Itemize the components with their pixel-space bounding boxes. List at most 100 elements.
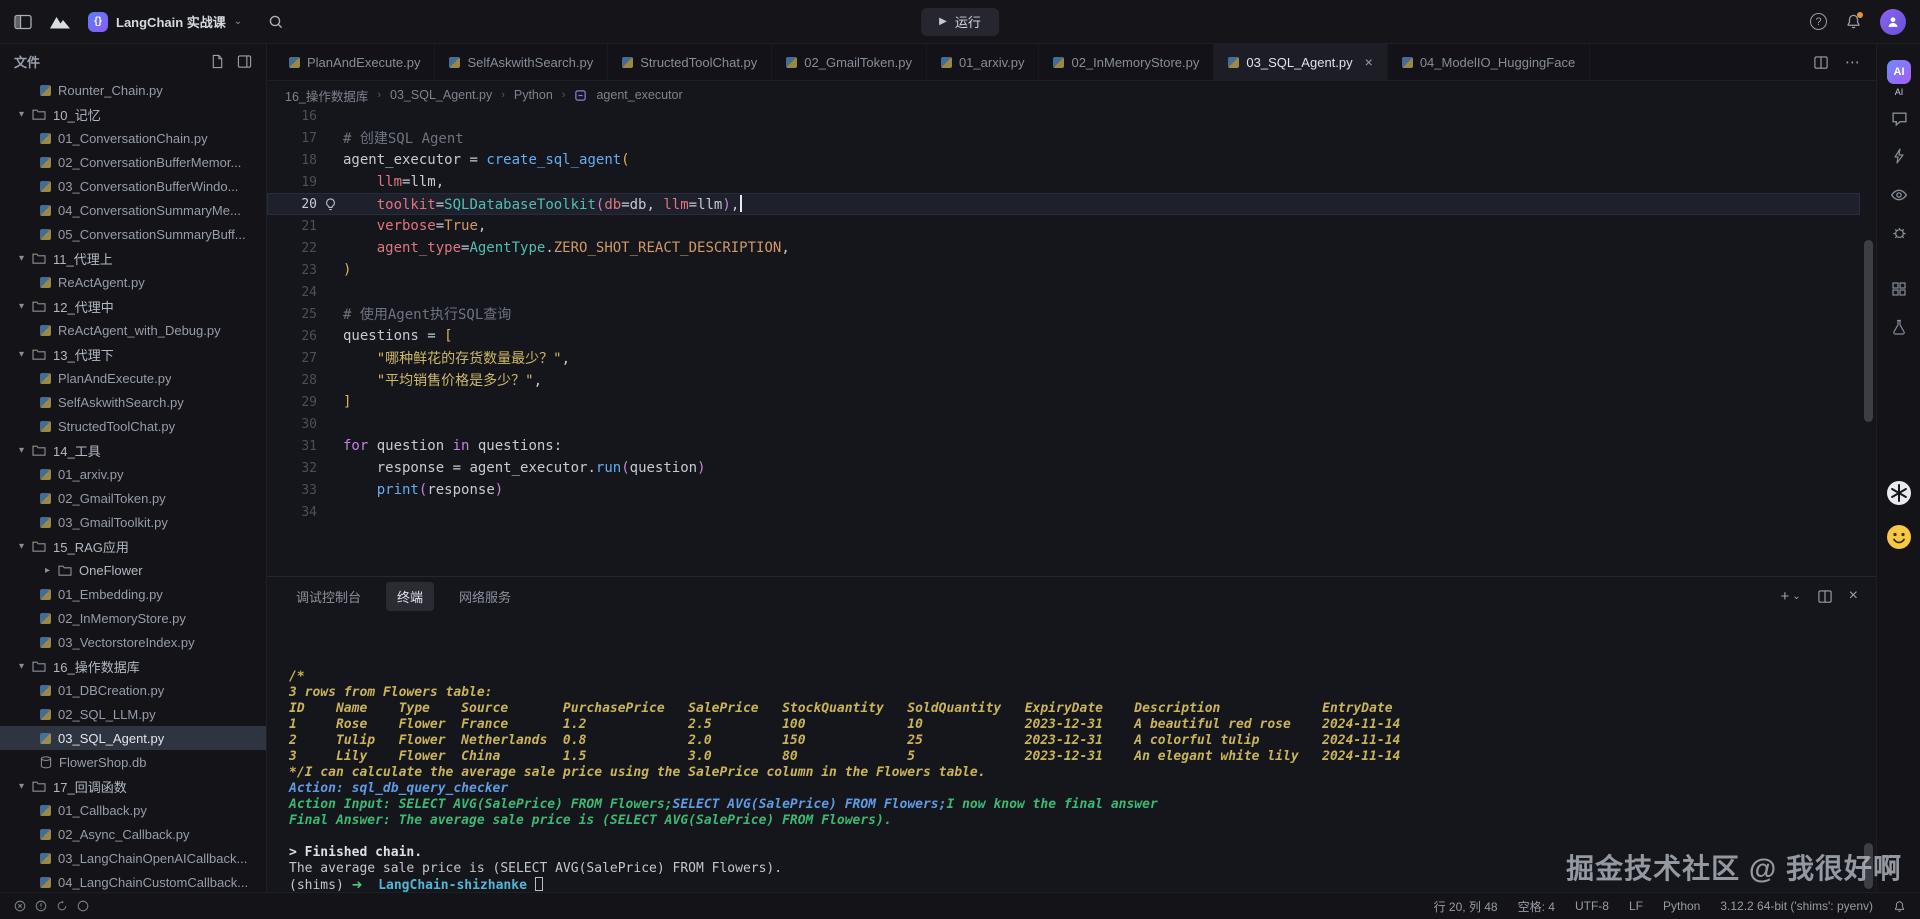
status-indicator-icon[interactable] (77, 900, 89, 912)
code-line[interactable]: 22 agent_type=AgentType.ZERO_SHOT_REACT_… (267, 237, 1860, 259)
tree-folder-item[interactable]: ▸OneFlower (0, 558, 266, 582)
flask-icon-button[interactable] (1877, 319, 1920, 335)
editor-tab[interactable]: 04_ModelIO_HuggingFace (1388, 44, 1590, 80)
code-line[interactable]: 20 toolkit=SQLDatabaseToolkit(db=db, llm… (267, 193, 1860, 215)
code-line[interactable]: 16 (267, 109, 1860, 127)
tree-file-item[interactable]: 02_SQL_LLM.py (0, 702, 266, 726)
tree-file-item[interactable]: 03_GmailToolkit.py (0, 510, 266, 534)
code-line[interactable]: 21 verbose=True, (267, 215, 1860, 237)
search-icon[interactable] (268, 14, 284, 30)
tree-file-item[interactable]: 03_SQL_Agent.py (0, 726, 266, 750)
editor-tab[interactable]: SelfAskwithSearch.py (435, 44, 608, 80)
code-line[interactable]: 34 (267, 501, 1860, 523)
tree-folder-item[interactable]: ▾11_代理上 (0, 246, 266, 270)
tree-file-item[interactable]: 01_arxiv.py (0, 462, 266, 486)
code-line[interactable]: 31for question in questions: (267, 435, 1860, 457)
chat-icon-button[interactable] (1877, 110, 1920, 127)
grid-icon-button[interactable] (1877, 281, 1920, 297)
tree-file-item[interactable]: 01_Callback.py (0, 798, 266, 822)
notifications-bell-icon[interactable] (1845, 13, 1862, 30)
open-editors-layout-icon[interactable] (237, 54, 252, 69)
help-icon[interactable]: ? (1810, 13, 1827, 30)
tree-folder-item[interactable]: ▾17_回调函数 (0, 774, 266, 798)
code-line[interactable]: 27 "哪种鲜花的存货数量最少？", (267, 347, 1860, 369)
code-line[interactable]: 25# 使用Agent执行SQL查询 (267, 303, 1860, 325)
editor-scrollbar[interactable] (1864, 240, 1873, 422)
close-panel-icon[interactable]: × (1849, 587, 1858, 605)
tree-file-item[interactable]: 05_ConversationSummaryBuff... (0, 222, 266, 246)
panel-toggle-icon[interactable] (14, 14, 32, 30)
editor-tab[interactable]: PlanAndExecute.py (275, 44, 435, 80)
project-switcher[interactable]: {} LangChain 实战课 ⌄ (88, 12, 242, 32)
new-terminal-button[interactable]: +⌄ (1781, 588, 1801, 605)
tree-file-item[interactable]: Rounter_Chain.py (0, 78, 266, 102)
errors-icon[interactable] (14, 900, 26, 912)
terminal-output[interactable]: /*3 rows from Flowers table:ID Name Type… (267, 615, 1876, 892)
code-line[interactable]: 19 llm=llm, (267, 171, 1860, 193)
lightning-icon-button[interactable] (1877, 148, 1920, 164)
app-logo-icon[interactable] (48, 14, 72, 30)
split-editor-icon[interactable] (1813, 55, 1829, 70)
tree-folder-item[interactable]: ▾12_代理中 (0, 294, 266, 318)
more-actions-icon[interactable]: ⋯ (1845, 53, 1860, 71)
code-line[interactable]: 33 print(response) (267, 479, 1860, 501)
eye-icon-button[interactable] (1877, 186, 1920, 204)
tree-file-item[interactable]: 03_LangChainOpenAICallback... (0, 846, 266, 870)
breadcrumb-item[interactable]: 03_SQL_Agent.py (390, 88, 492, 102)
code-line[interactable]: 18agent_executor = create_sql_agent( (267, 149, 1860, 171)
tree-file-item[interactable]: 01_DBCreation.py (0, 678, 266, 702)
status-item[interactable]: Python (1663, 899, 1700, 913)
tree-file-item[interactable]: FlowerShop.db (0, 750, 266, 774)
ai-assistant-button[interactable]: AIAI (1877, 60, 1920, 97)
panel-tab[interactable]: 调试控制台 (285, 582, 372, 611)
editor-tab[interactable]: 02_GmailToken.py (772, 44, 927, 80)
tree-file-item[interactable]: 01_ConversationChain.py (0, 126, 266, 150)
status-item[interactable]: UTF-8 (1575, 899, 1609, 913)
tree-file-item[interactable]: ReActAgent_with_Debug.py (0, 318, 266, 342)
tree-file-item[interactable]: SelfAskwithSearch.py (0, 390, 266, 414)
panel-tab[interactable]: 终端 (386, 582, 434, 611)
tree-folder-item[interactable]: ▾10_记忆 (0, 102, 266, 126)
run-button[interactable]: ▶ 运行 (921, 8, 999, 36)
tree-file-item[interactable]: 02_ConversationBufferMemor... (0, 150, 266, 174)
editor-tab[interactable]: StructedToolChat.py (608, 44, 772, 80)
code-editor[interactable]: 1617# 创建SQL Agent18agent_executor = crea… (267, 109, 1876, 576)
terminal-scrollbar[interactable] (1864, 843, 1873, 889)
warnings-icon[interactable] (35, 900, 47, 912)
status-item[interactable]: 行 20, 列 48 (1434, 898, 1498, 915)
status-item[interactable]: 空格: 4 (1518, 898, 1555, 915)
code-line[interactable]: 23) (267, 259, 1860, 281)
tree-file-item[interactable]: 02_InMemoryStore.py (0, 606, 266, 630)
smiley-icon-button[interactable] (1877, 524, 1920, 550)
code-line[interactable]: 17# 创建SQL Agent (267, 127, 1860, 149)
code-line[interactable]: 26questions = [ (267, 325, 1860, 347)
breadcrumb-item[interactable]: 16_操作数据库 (285, 86, 368, 105)
tree-folder-item[interactable]: ▾16_操作数据库 (0, 654, 266, 678)
code-line[interactable]: 30 (267, 413, 1860, 435)
tree-folder-item[interactable]: ▾13_代理下 (0, 342, 266, 366)
tree-file-item[interactable]: StructedToolChat.py (0, 414, 266, 438)
status-item[interactable]: 3.12.2 64-bit ('shims': pyenv) (1720, 899, 1873, 913)
new-file-icon[interactable] (210, 54, 225, 69)
status-item[interactable]: LF (1629, 899, 1643, 913)
editor-tab[interactable]: 01_arxiv.py (927, 44, 1040, 80)
tree-folder-item[interactable]: ▾15_RAG应用 (0, 534, 266, 558)
tree-file-item[interactable]: 04_ConversationSummaryMe... (0, 198, 266, 222)
lightbulb-icon[interactable] (317, 198, 343, 211)
editor-tab[interactable]: 02_InMemoryStore.py (1039, 44, 1214, 80)
split-terminal-icon[interactable] (1817, 589, 1833, 604)
asterisk-icon-button[interactable] (1877, 480, 1920, 506)
editor-tab[interactable]: 03_SQL_Agent.py× (1214, 44, 1387, 80)
tree-file-item[interactable]: ReActAgent.py (0, 270, 266, 294)
code-line[interactable]: 24 (267, 281, 1860, 303)
breadcrumb-item[interactable]: Python (514, 88, 553, 102)
tree-file-item[interactable]: 01_Embedding.py (0, 582, 266, 606)
code-line[interactable]: 29] (267, 391, 1860, 413)
code-line[interactable]: 32 response = agent_executor.run(questio… (267, 457, 1860, 479)
panel-tab[interactable]: 网络服务 (448, 582, 522, 611)
code-line[interactable]: 28 "平均销售价格是多少？", (267, 369, 1860, 391)
tree-file-item[interactable]: 03_ConversationBufferWindo... (0, 174, 266, 198)
bug-icon-button[interactable] (1877, 224, 1920, 241)
tree-file-item[interactable]: 02_Async_Callback.py (0, 822, 266, 846)
tree-file-item[interactable]: 02_GmailToken.py (0, 486, 266, 510)
